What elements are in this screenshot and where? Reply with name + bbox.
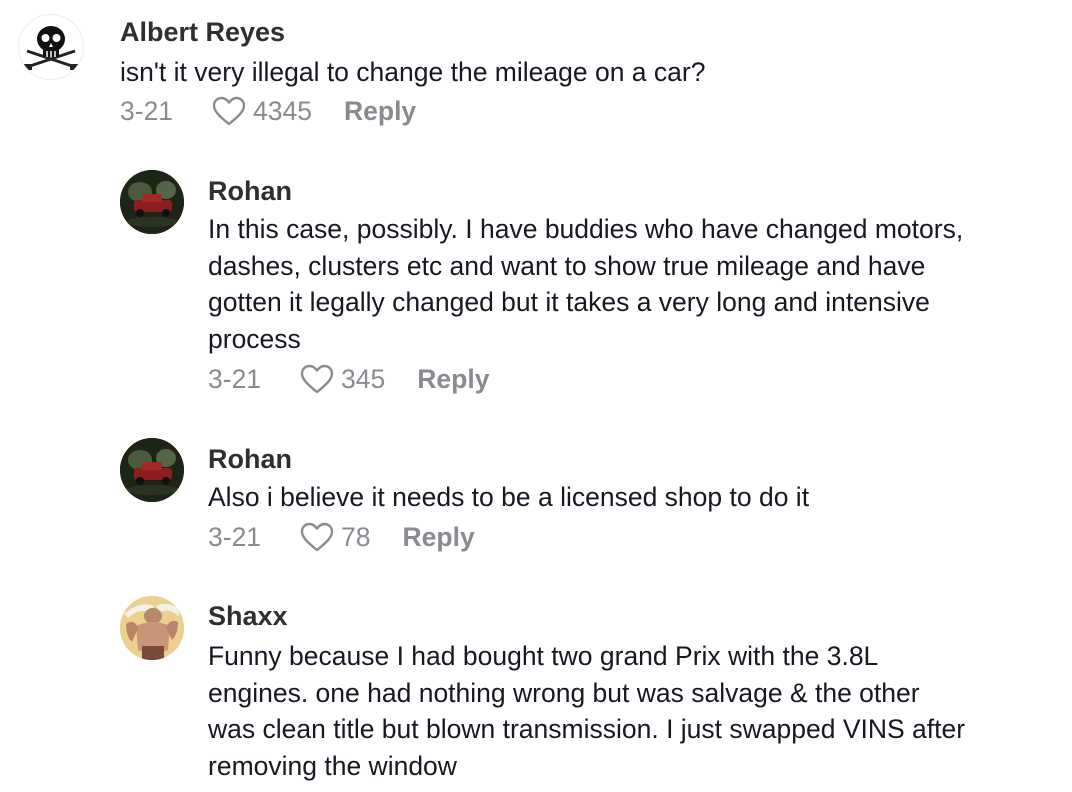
reply-button[interactable]: Reply [403,522,475,553]
comment-rohan-1: Rohan In this case, possibly. I have bud… [0,160,1072,410]
comment-author[interactable]: Rohan [208,443,292,475]
comment-meta: 3-21 78 Reply [208,519,475,555]
like-button[interactable]: 4345 [211,95,312,127]
car-photo-avatar [120,438,184,502]
like-button[interactable]: 78 [299,521,371,553]
car-photo-avatar [120,170,184,234]
reply-button[interactable]: Reply [417,364,489,395]
comment-date: 3-21 [120,95,174,126]
comment-text: Also i believe it needs to be a licensed… [208,482,810,512]
like-count: 345 [341,363,386,394]
comment-text: isn't it very illegal to change the mile… [120,57,706,87]
comment-text: In this case, possibly. I have buddies w… [208,214,964,354]
comment-author[interactable]: Shaxx [208,600,288,632]
skull-crossbones-icon [24,26,78,70]
reply-button[interactable]: Reply [344,96,416,127]
comment-albert-reyes: Albert Reyes isn't it very illegal to ch… [0,0,1072,140]
avatar[interactable] [18,14,84,80]
comment-author[interactable]: Rohan [208,175,292,207]
comment-date: 3-21 [208,521,262,552]
avatar[interactable] [120,170,184,234]
comment-author[interactable]: Albert Reyes [120,16,285,48]
heart-icon [300,522,334,552]
comment-rohan-2: Rohan Also i believe it needs to be a li… [0,428,1072,568]
heart-icon [212,96,246,126]
comment-date: 3-21 [208,363,262,394]
heart-icon [300,364,334,394]
avatar[interactable] [120,438,184,502]
like-count: 78 [341,521,371,552]
comment-shaxx: Shaxx Funny because I had bought two gra… [0,586,1072,792]
warrior-avatar [120,596,184,660]
comment-meta: 3-21 345 Reply [208,361,489,397]
comment-meta: 3-21 4345 Reply [120,93,416,129]
like-button[interactable]: 345 [299,363,385,395]
avatar[interactable] [120,596,184,660]
like-count: 4345 [253,95,312,126]
comment-text: Funny because I had bought two grand Pri… [208,641,966,781]
